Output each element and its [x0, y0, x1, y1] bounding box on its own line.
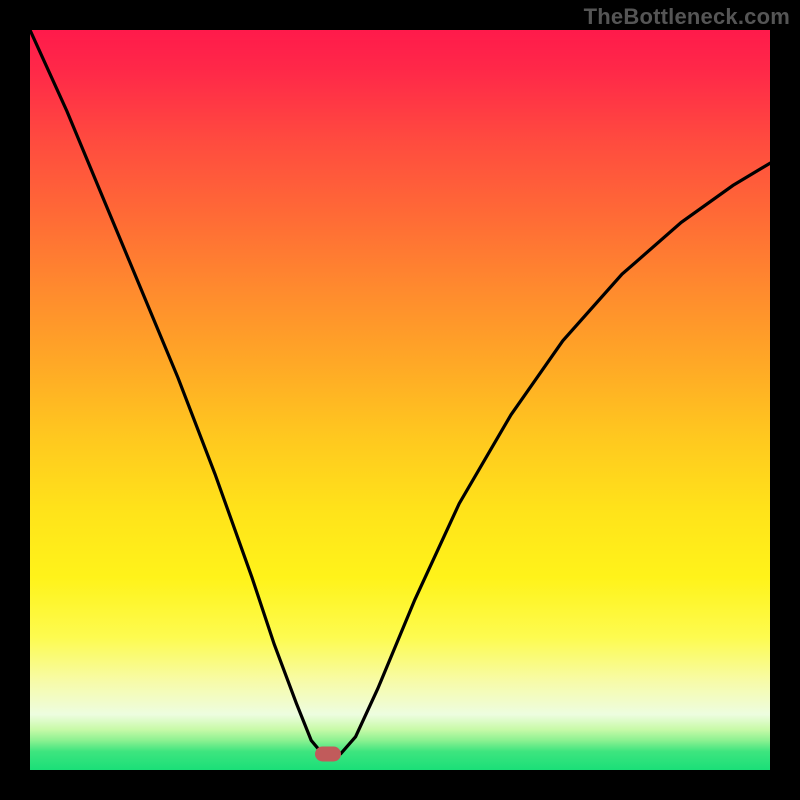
chart-frame: TheBottleneck.com [0, 0, 800, 800]
bottleneck-curve [30, 30, 770, 770]
watermark-text: TheBottleneck.com [584, 4, 790, 30]
plot-area [30, 30, 770, 770]
optimal-point-marker [315, 747, 341, 762]
